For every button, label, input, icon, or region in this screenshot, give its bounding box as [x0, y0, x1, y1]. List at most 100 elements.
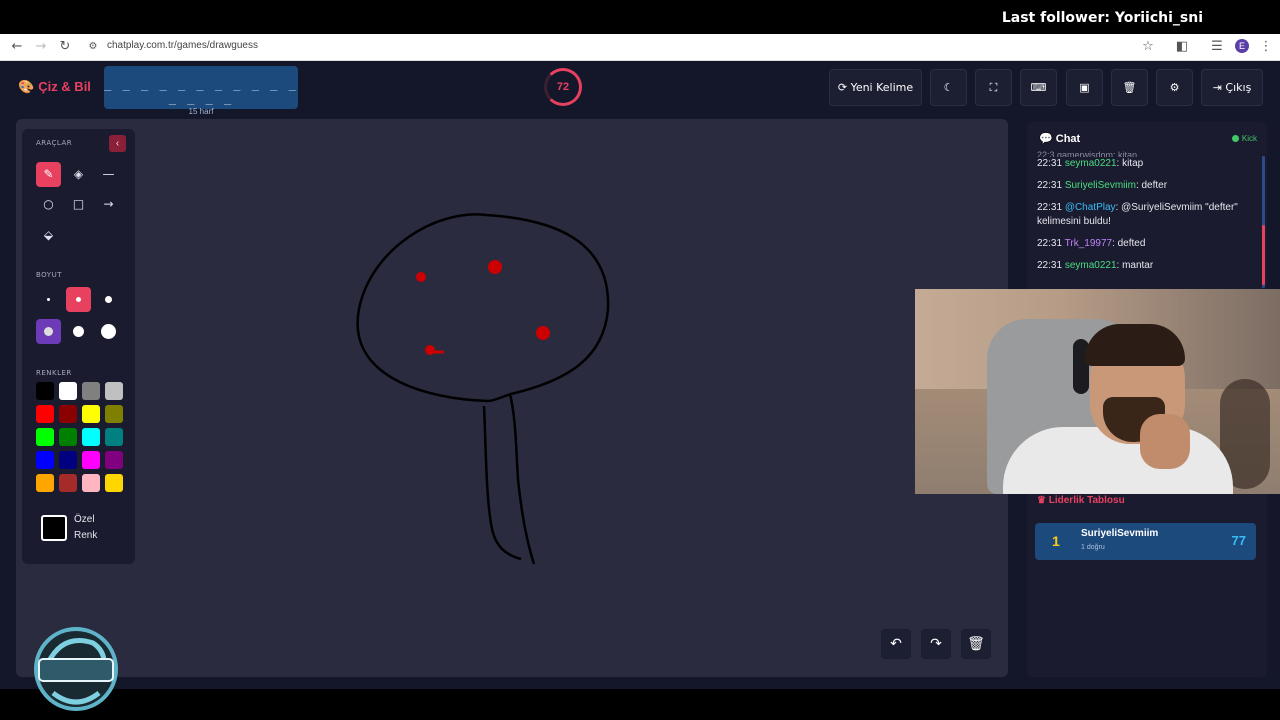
- gear-icon[interactable]: ⚙: [1156, 69, 1193, 106]
- exit-button[interactable]: ⇥ Çıkış: [1201, 69, 1263, 106]
- color-swatch[interactable]: [36, 405, 54, 423]
- chat-partial-message: 22:3 gamerwisdom: kitap: [1037, 150, 1138, 157]
- exit-label: Çıkış: [1225, 81, 1252, 94]
- brand-logo[interactable]: 🎨 Çiz & Bil: [18, 79, 91, 95]
- eraser-icon[interactable]: ◈: [66, 162, 91, 187]
- leaderboard-row: 1 SuriyeliSevmiim 1 doğru 77: [1035, 523, 1256, 560]
- drawing-canvas[interactable]: [16, 119, 1008, 677]
- chat-message-user[interactable]: seyma0221: [1065, 260, 1117, 271]
- color-swatch[interactable]: [82, 474, 100, 492]
- red-dot: [416, 272, 426, 282]
- size-option-6[interactable]: [96, 319, 121, 344]
- chat-message-user[interactable]: SuriyeliSevmiim: [1065, 180, 1136, 191]
- browser-toolbar: ← → ↻ ⚙ chatplay.com.tr/games/drawguess …: [0, 34, 1280, 61]
- fill-bucket-icon[interactable]: ⬙: [36, 223, 61, 248]
- collapse-panel-button[interactable]: ‹: [109, 135, 126, 152]
- color-swatch[interactable]: [36, 474, 54, 492]
- size-heading: BOYUT: [36, 271, 62, 279]
- redo-icon[interactable]: ↷: [921, 629, 951, 659]
- drawing-svg: [356, 213, 610, 565]
- clear-icon[interactable]: 🗑: [961, 629, 991, 659]
- fullscreen-icon[interactable]: ⛶: [975, 69, 1012, 106]
- red-dot: [536, 326, 550, 340]
- chat-message: 22:31 seyma0221: mantar: [1037, 259, 1259, 273]
- new-word-label: Yeni Kelime: [850, 81, 914, 94]
- color-swatch[interactable]: [59, 382, 77, 400]
- color-swatch[interactable]: [59, 405, 77, 423]
- line-icon[interactable]: —: [96, 162, 121, 187]
- moon-icon[interactable]: ☾: [930, 69, 967, 106]
- color-swatch[interactable]: [59, 451, 77, 469]
- arrow-icon[interactable]: →: [96, 192, 121, 217]
- chat-title: 💬 Chat: [1039, 132, 1080, 145]
- chat-message: 22:31 SuriyeliSevmiim: defter: [1037, 179, 1259, 193]
- brand-label: Çiz & Bil: [38, 79, 91, 94]
- size-option-1[interactable]: [36, 287, 61, 312]
- color-swatch[interactable]: [105, 474, 123, 492]
- letter-count: 15 harf: [188, 107, 214, 116]
- chat-message-text: : defter: [1135, 180, 1168, 191]
- chat-message-time: 22:31: [1037, 202, 1065, 213]
- circle-icon[interactable]: ○: [36, 192, 61, 217]
- chat-message-text: : defted: [1112, 238, 1146, 249]
- leaderboard-title-label: Liderlik Tablosu: [1048, 495, 1125, 506]
- reload-icon[interactable]: ↻: [56, 38, 74, 56]
- color-swatch[interactable]: [59, 474, 77, 492]
- custom-color-label[interactable]: Özel Renk: [74, 512, 114, 544]
- chat-panel: 💬 Chat Kick 22:3 gamerwisdom: kitap 22:3…: [1027, 122, 1267, 290]
- brush-icon[interactable]: ✎: [36, 162, 61, 187]
- leaderboard-rank: 1: [1052, 533, 1060, 549]
- color-swatch[interactable]: [36, 428, 54, 446]
- extensions-icon[interactable]: ◧: [1173, 38, 1191, 56]
- chat-message-text: : mantar: [1116, 260, 1154, 271]
- size-option-2[interactable]: [66, 287, 91, 312]
- site-settings-icon[interactable]: ⚙: [84, 38, 102, 56]
- color-swatch[interactable]: [105, 382, 123, 400]
- chat-message-user[interactable]: seyma0221: [1065, 158, 1117, 169]
- star-icon[interactable]: ☆: [1139, 38, 1157, 56]
- color-swatch[interactable]: [105, 451, 123, 469]
- back-icon[interactable]: ←: [8, 38, 26, 56]
- forward-icon[interactable]: →: [32, 38, 50, 56]
- menu-icon[interactable]: ⋮: [1257, 38, 1275, 56]
- square-icon[interactable]: □: [66, 192, 91, 217]
- trash-icon[interactable]: 🗑: [1111, 69, 1148, 106]
- word-hint-box: _ _ _ _ _ _ _ _ _ _ _ _ _ _ _ 15 harf: [104, 66, 298, 116]
- custom-color-swatch[interactable]: [41, 515, 67, 541]
- logout-icon: ⇥: [1212, 81, 1226, 94]
- chevron-left-icon: ‹: [115, 138, 120, 149]
- chat-message: 22:31 @ChatPlay: @SuriyeliSevmiim "defte…: [1037, 201, 1259, 229]
- archive-icon[interactable]: ▣: [1066, 69, 1103, 106]
- undo-icon[interactable]: ↶: [881, 629, 911, 659]
- color-swatch[interactable]: [82, 451, 100, 469]
- color-swatch[interactable]: [82, 405, 100, 423]
- color-swatch[interactable]: [36, 382, 54, 400]
- color-swatch[interactable]: [82, 428, 100, 446]
- word-mask: _ _ _ _ _ _ _ _ _ _ _ _ _ _ _: [104, 77, 298, 105]
- color-swatch[interactable]: [105, 405, 123, 423]
- red-dot: [488, 260, 502, 274]
- size-option-3[interactable]: [96, 287, 121, 312]
- webcam-overlay: [915, 289, 1280, 494]
- chat-scrollbar-thumb[interactable]: [1262, 225, 1265, 285]
- chat-message-time: 22:31: [1037, 238, 1065, 249]
- chat-icon: 💬: [1039, 133, 1056, 145]
- new-word-button[interactable]: ⟳ Yeni Kelime: [829, 69, 922, 106]
- chat-message: 22:31 seyma0221: kitap: [1037, 157, 1259, 171]
- leaderboard-title: ♛ Liderlik Tablosu: [1037, 495, 1125, 506]
- reading-list-icon[interactable]: ☰: [1208, 38, 1226, 56]
- color-swatch[interactable]: [82, 382, 100, 400]
- color-swatch[interactable]: [36, 451, 54, 469]
- chat-title-label: Chat: [1055, 133, 1081, 145]
- keyboard-icon[interactable]: ⌨: [1020, 69, 1057, 106]
- size-option-5[interactable]: [66, 319, 91, 344]
- leaderboard-name: SuriyeliSevmiim: [1081, 528, 1159, 539]
- status-dot-icon: [1231, 135, 1239, 142]
- chat-message-user[interactable]: Trk_19977: [1065, 238, 1112, 249]
- color-swatch[interactable]: [105, 428, 123, 446]
- color-swatch[interactable]: [59, 428, 77, 446]
- size-option-4[interactable]: [36, 319, 61, 344]
- address-bar[interactable]: chatplay.com.tr/games/drawguess: [107, 40, 258, 51]
- profile-avatar[interactable]: E: [1235, 39, 1249, 53]
- chat-message-user[interactable]: @ChatPlay: [1065, 202, 1116, 213]
